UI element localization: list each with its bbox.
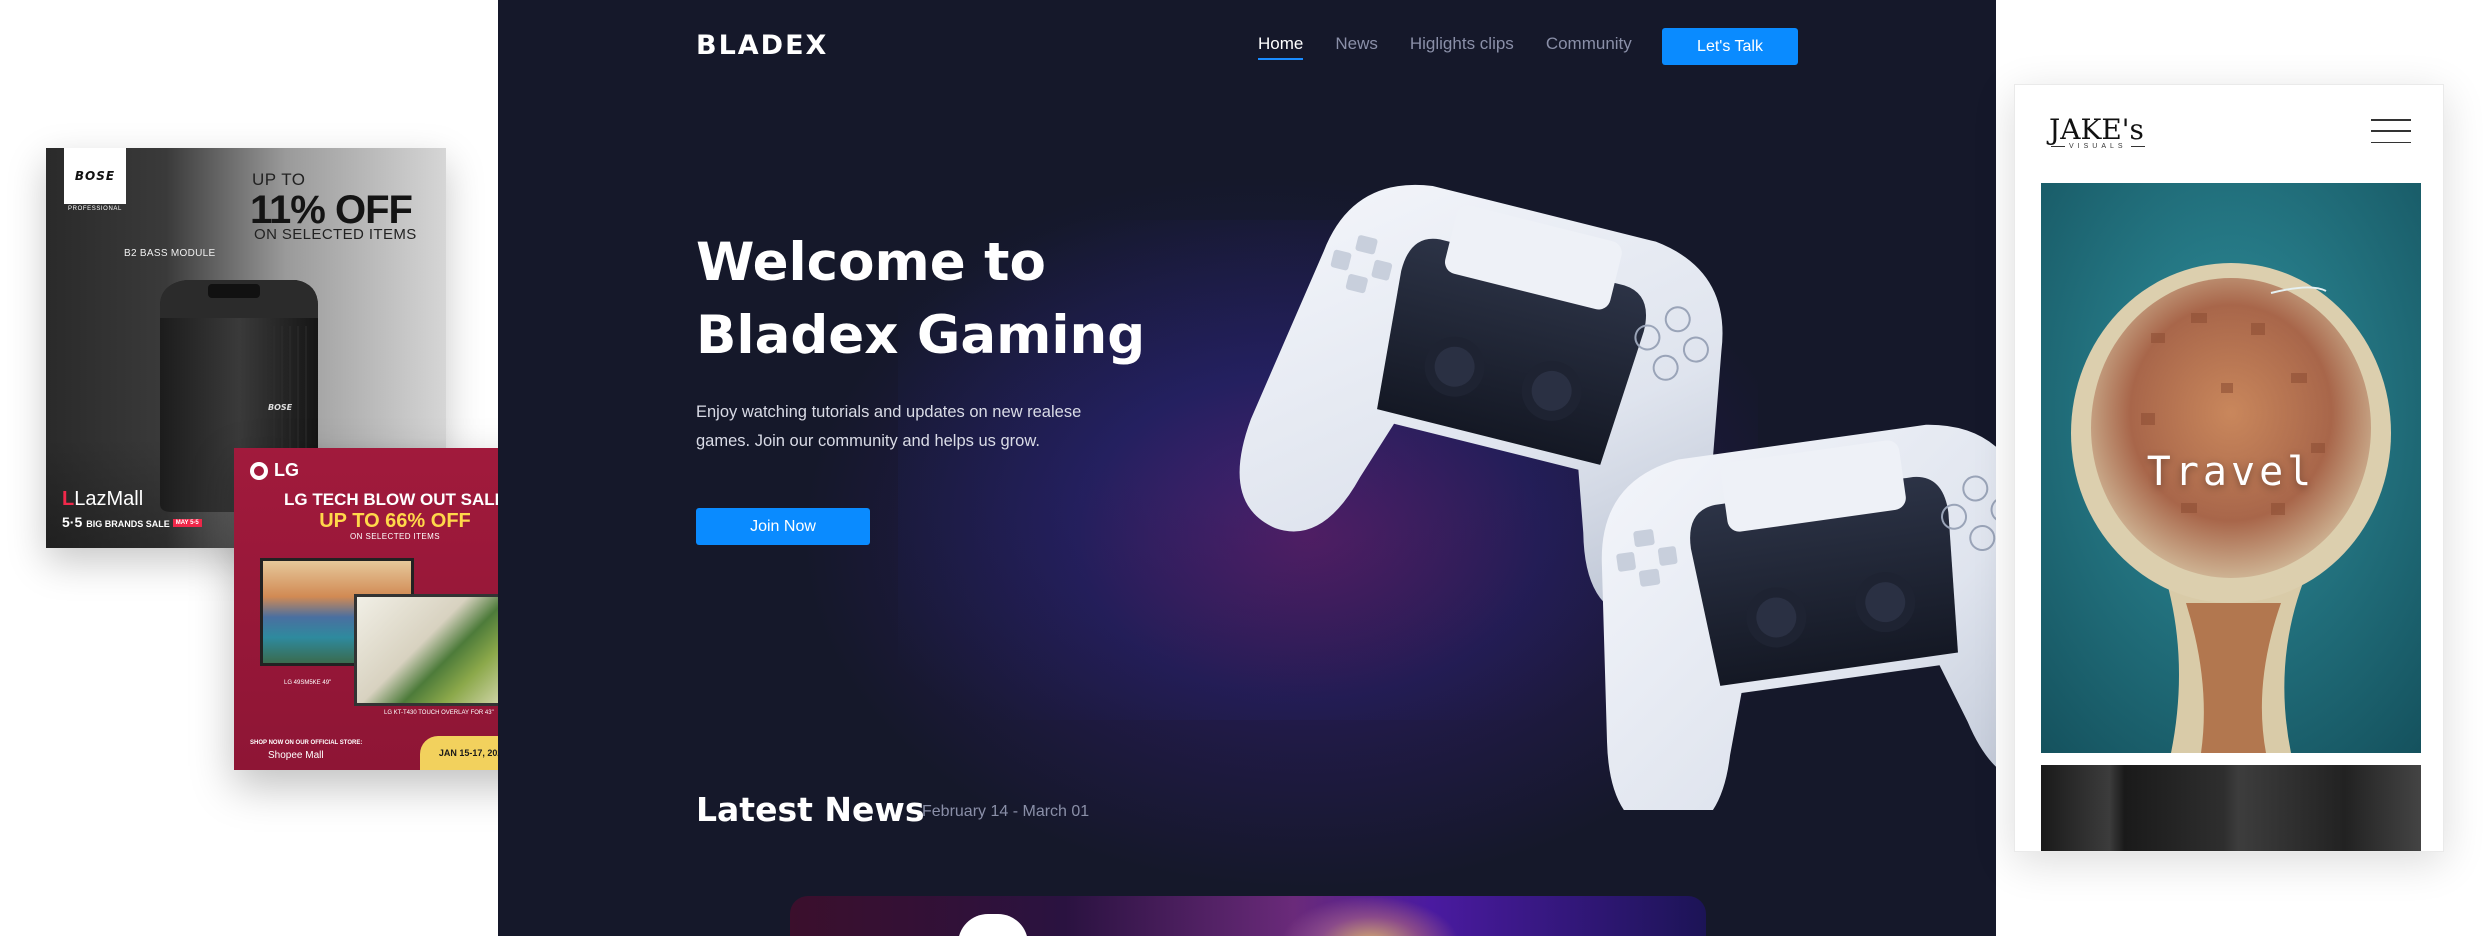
main-nav: Home News Higlights clips Community bbox=[1258, 34, 1632, 60]
sale-tag: MAY 5-5 bbox=[172, 519, 202, 528]
hero-title: Welcome to Bladex Gaming bbox=[696, 226, 1256, 372]
news-card[interactable] bbox=[790, 896, 1706, 936]
bose-product-name: B2 BASS MODULE bbox=[124, 248, 216, 259]
bose-upto: UP TO bbox=[252, 170, 306, 189]
jakes-visuals-mobile: JAKE's VISUALS Travel bbox=[2014, 84, 2444, 852]
lazmall-text: LazMall bbox=[74, 488, 144, 510]
lg-tv1-caption: LG 49SM5KE 49" bbox=[284, 680, 332, 686]
lg-shop-line: SHOP NOW ON OUR OFFICIAL STORE: bbox=[250, 740, 363, 746]
bose-logo-text: BOSE bbox=[74, 169, 116, 183]
hero-title-line2: Bladex Gaming bbox=[696, 305, 1146, 366]
hero-subtitle: Enjoy watching tutorials and updates on … bbox=[696, 403, 1082, 450]
architecture-image[interactable] bbox=[2041, 765, 2421, 851]
lazmall-logo: LLazMall bbox=[62, 488, 143, 511]
lg-brand-text: LG bbox=[274, 460, 299, 480]
bose-logo: BOSE bbox=[64, 148, 126, 204]
nav-home[interactable]: Home bbox=[1258, 34, 1304, 60]
join-now-button[interactable]: Join Now bbox=[696, 508, 870, 545]
news-card-logo bbox=[958, 914, 1028, 936]
lg-logo-icon bbox=[250, 461, 268, 480]
lg-logo: LG bbox=[250, 460, 299, 481]
bladex-website: BLADEX Home News Higlights clips Communi… bbox=[498, 0, 1996, 936]
jakes-logo[interactable]: JAKE's bbox=[2049, 113, 2144, 146]
travel-title: Travel bbox=[2146, 449, 2316, 495]
travel-hero-image[interactable]: Travel bbox=[2041, 183, 2421, 753]
nav-highlights[interactable]: Higlights clips bbox=[1410, 34, 1514, 54]
lg-tv2-caption: LG KT-T430 TOUCH OVERLAY FOR 43" bbox=[384, 710, 494, 716]
big-brands-sale: 5·5 BIG BRANDS SALE MAY 5-5 bbox=[62, 514, 202, 530]
bladex-logo[interactable]: BLADEX bbox=[696, 30, 828, 61]
bose-on-selected: ON SELECTED ITEMS bbox=[254, 226, 417, 243]
hamburger-menu-icon[interactable] bbox=[2371, 119, 2411, 143]
sale-subtitle: BIG BRANDS SALE bbox=[86, 519, 170, 529]
lazmall-mark: L bbox=[62, 488, 75, 510]
nav-community[interactable]: Community bbox=[1546, 34, 1632, 54]
speaker-logo-text: BOSE bbox=[268, 403, 293, 412]
hero-title-line1: Welcome to bbox=[696, 232, 1046, 293]
nav-news[interactable]: News bbox=[1335, 34, 1378, 54]
lets-talk-button[interactable]: Let's Talk bbox=[1662, 28, 1798, 65]
lg-store-name: Shopee Mall bbox=[268, 750, 324, 761]
jakes-logo-subtitle: VISUALS bbox=[2051, 143, 2145, 150]
sale-number: 5·5 bbox=[62, 514, 83, 530]
bose-logo-subtitle: PROFESSIONAL bbox=[68, 206, 122, 212]
news-card-artwork bbox=[1280, 896, 1460, 936]
latest-news-dates: February 14 - March 01 bbox=[922, 803, 1090, 820]
latest-news-title: Latest News bbox=[696, 790, 925, 829]
gamepad-controllers-image bbox=[1239, 185, 1996, 810]
